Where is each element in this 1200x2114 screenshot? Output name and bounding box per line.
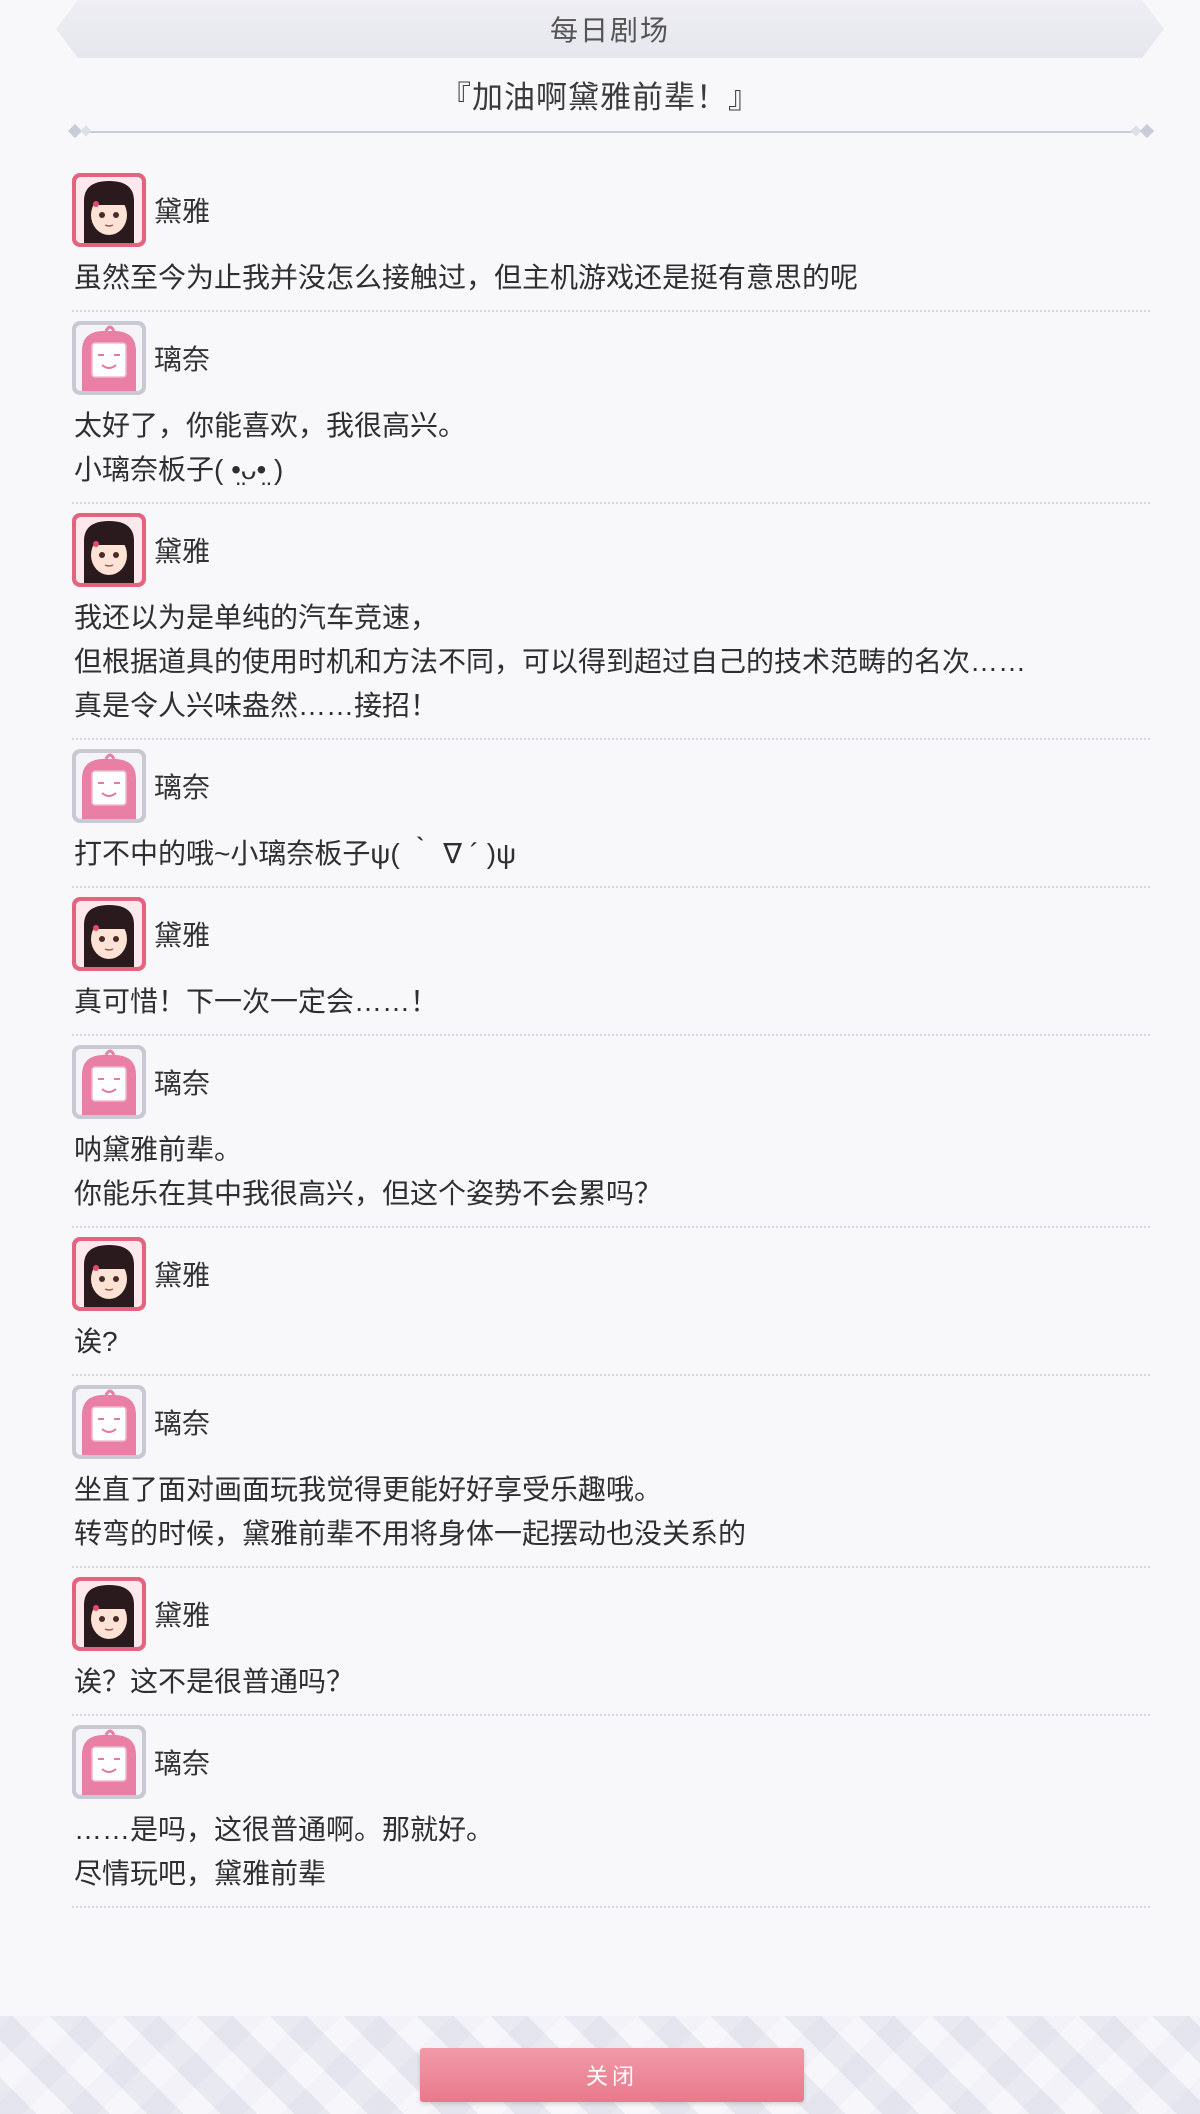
dialog-entry: 璃奈太好了，你能喜欢，我很高兴。 小璃奈板子( •̤ᴗ•̤ ) <box>72 318 1150 504</box>
speaker-row: 璃奈 <box>72 1382 1150 1462</box>
dialog-lines: ……是吗，这很普通啊。那就好。 尽情玩吧，黛雅前辈 <box>72 1802 1150 1906</box>
dialog-entry: 黛雅我还以为是单纯的汽车竞速， 但根据道具的使用时机和方法不同，可以得到超过自己的… <box>72 510 1150 740</box>
daiya-avatar <box>72 173 146 247</box>
dialog-lines: 呐黛雅前辈。你能乐在其中我很高兴，但这个姿势不会累吗？ <box>72 1122 1150 1226</box>
dialog-line: 坐直了面对画面玩我觉得更能好好享受乐趣哦。 <box>74 1474 663 1505</box>
daiya-avatar <box>72 1237 146 1311</box>
dialog-lines: 太好了，你能喜欢，我很高兴。 小璃奈板子( •̤ᴗ•̤ ) <box>72 398 1150 502</box>
rina-avatar <box>72 1725 146 1799</box>
speaker-row: 黛雅 <box>72 894 1150 974</box>
speaker-name: 黛雅 <box>154 920 211 951</box>
dialog-list[interactable]: 黛雅 虽然至今为止我并没怎么接触过，但主机游戏还是挺有意思的呢 璃奈 太好了，你能喜欢… <box>0 164 1200 1908</box>
speaker-row: 璃奈 <box>72 746 1150 826</box>
dialog-line: 真可惜！下一次一定会……！ <box>74 986 439 1017</box>
rina-avatar <box>72 749 146 823</box>
rina-avatar <box>72 1045 146 1119</box>
dialog-lines: 坐直了面对画面玩我觉得更能好好享受乐趣哦。转弯的时候，黛雅前辈不用将身体一起摆动… <box>72 1462 1150 1566</box>
daily-theater-page: 每日剧场 『加油啊黛雅前辈！』 黛雅虽然至今为止我并没怎么接触过，但主机游戏还是… <box>0 0 1200 2114</box>
speaker-row: 璃奈 <box>72 1722 1150 1802</box>
dialog-entry: 璃奈坐直了面对画面玩我觉得更能好好享受乐趣哦。转弯的时候，黛雅前辈不用将身体一起… <box>72 1382 1150 1568</box>
dialog-line: 但根据道具的使用时机和方法不同，可以得到超过自己的技术范畴的名次…… <box>74 646 1027 677</box>
speaker-name: 黛雅 <box>154 536 211 567</box>
rina-avatar <box>72 321 146 395</box>
dialog-line: 打不中的哦~小璃奈板子ψ( ｀ ∇ ´ )ψ <box>74 838 517 869</box>
dialog-entry: 黛雅虽然至今为止我并没怎么接触过，但主机游戏还是挺有意思的呢 <box>72 170 1150 312</box>
speaker-row: 璃奈 <box>72 318 1150 398</box>
dialog-entry: 璃奈 ……是吗，这很普通啊。那就好。 尽情玩吧，黛雅前辈 <box>72 1722 1150 1908</box>
dialog-entry: 璃奈打不中的哦~小璃奈板子ψ( ｀ ∇ ´ )ψ <box>72 746 1150 888</box>
speaker-row: 黛雅 <box>72 510 1150 590</box>
dialog-entry: 黛雅真可惜！下一次一定会……！ <box>72 894 1150 1036</box>
dialog-line: 转弯的时候，黛雅前辈不用将身体一起摆动也没关系的 <box>74 1518 747 1549</box>
speaker-row: 黛雅 <box>72 1234 1150 1314</box>
dialog-lines: 虽然至今为止我并没怎么接触过，但主机游戏还是挺有意思的呢 <box>72 250 1150 310</box>
dialog-lines: 真可惜！下一次一定会……！ <box>72 974 1150 1034</box>
speaker-name: 黛雅 <box>154 1600 211 1631</box>
dialog-entry: 黛雅诶？这不是很普通吗？ <box>72 1574 1150 1716</box>
dialog-line: 真是令人兴味盎然……接招！ <box>74 690 439 721</box>
dialog-line: ……是吗，这很普通啊。那就好。 <box>74 1814 495 1845</box>
speaker-name: 璃奈 <box>154 1748 211 1779</box>
header-banner: 每日剧场 <box>56 0 1164 58</box>
dialog-lines: 我还以为是单纯的汽车竞速， 但根据道具的使用时机和方法不同，可以得到超过自己的技术… <box>72 590 1150 738</box>
dialog-lines: 诶？这不是很普通吗？ <box>72 1654 1150 1714</box>
speaker-name: 黛雅 <box>154 196 211 227</box>
speaker-name: 黛雅 <box>154 1260 211 1291</box>
dialog-line: 诶? <box>74 1326 118 1357</box>
speaker-name: 璃奈 <box>154 772 211 803</box>
speaker-name: 璃奈 <box>154 344 211 375</box>
daiya-avatar <box>72 897 146 971</box>
dialog-lines: 打不中的哦~小璃奈板子ψ( ｀ ∇ ´ )ψ <box>72 826 1150 886</box>
dialog-line: 你能乐在其中我很高兴，但这个姿势不会累吗？ <box>74 1178 663 1209</box>
speaker-row: 黛雅 <box>72 170 1150 250</box>
daiya-avatar <box>72 513 146 587</box>
dialog-line: 小璃奈板子( •̤ᴗ•̤ ) <box>74 454 284 485</box>
dialog-lines: 诶? <box>72 1314 1150 1374</box>
dialog-line: 尽情玩吧，黛雅前辈 <box>74 1858 327 1889</box>
dialog-entry: 璃奈呐黛雅前辈。你能乐在其中我很高兴，但这个姿势不会累吗？ <box>72 1042 1150 1228</box>
speaker-name: 璃奈 <box>154 1408 211 1439</box>
speaker-name: 璃奈 <box>154 1068 211 1099</box>
speaker-row: 璃奈 <box>72 1042 1150 1122</box>
dialog-line: 诶？这不是很普通吗？ <box>74 1666 355 1697</box>
rina-avatar <box>72 1385 146 1459</box>
dialog-entry: 黛雅诶? <box>72 1234 1150 1376</box>
dialog-line: 我还以为是单纯的汽车竞速， <box>74 602 439 633</box>
daiya-avatar <box>72 1577 146 1651</box>
dialog-line: 太好了，你能喜欢，我很高兴。 <box>74 410 467 441</box>
ornament-divider <box>68 124 1154 139</box>
speaker-row: 黛雅 <box>72 1574 1150 1654</box>
close-button-label: 关闭 <box>585 2064 638 2089</box>
header-title: 每日剧场 <box>549 15 670 46</box>
episode-title: 『加油啊黛雅前辈！』 <box>440 80 760 115</box>
close-button[interactable]: 关闭 <box>420 2048 804 2102</box>
dialog-line: 呐黛雅前辈。 <box>74 1134 243 1165</box>
dialog-line: 虽然至今为止我并没怎么接触过，但主机游戏还是挺有意思的呢 <box>74 262 859 293</box>
